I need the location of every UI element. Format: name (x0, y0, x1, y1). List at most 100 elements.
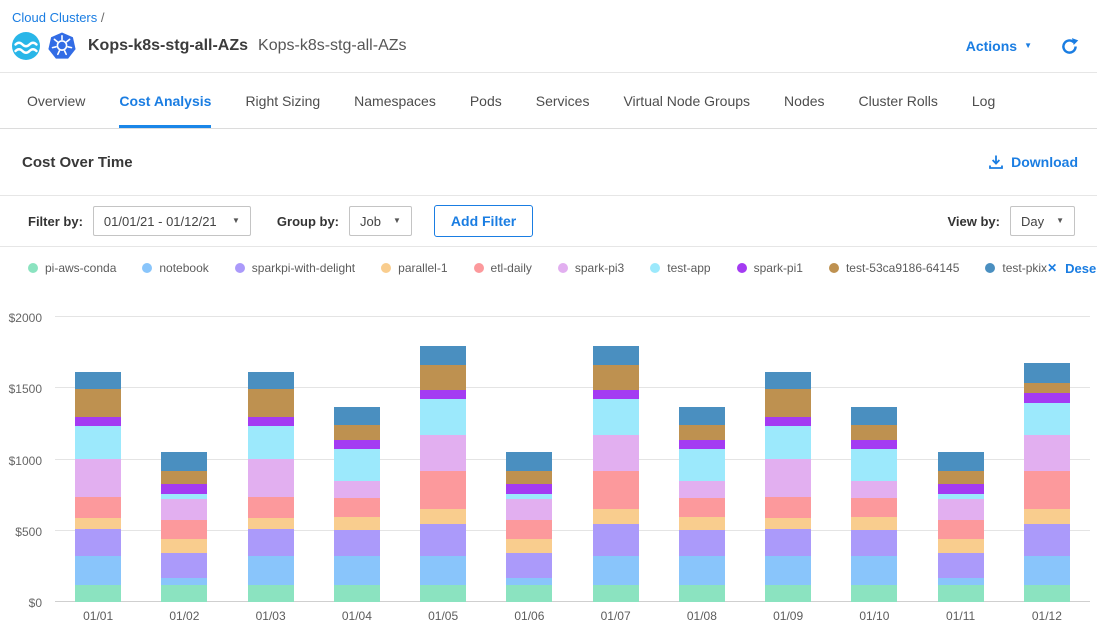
bar-segment-parallel-1[interactable] (161, 539, 207, 553)
bar-segment-test-app[interactable] (420, 399, 466, 435)
bar-01-03[interactable] (248, 372, 294, 602)
tab-nodes[interactable]: Nodes (784, 73, 824, 128)
bar-segment-spark-pi1[interactable] (765, 417, 811, 426)
bar-segment-test-app[interactable] (593, 399, 639, 435)
bar-segment-spark-pi3[interactable] (1024, 435, 1070, 471)
legend-item-spark-pi3[interactable]: spark-pi3 (558, 261, 624, 275)
bar-segment-test-app[interactable] (679, 449, 725, 481)
bar-01-11[interactable] (938, 452, 984, 602)
bar-segment-pi-aws-conda[interactable] (593, 585, 639, 602)
legend-item-notebook[interactable]: notebook (142, 261, 208, 275)
bar-segment-spark-pi3[interactable] (420, 435, 466, 471)
bar-segment-test-53ca9186-64145[interactable] (938, 471, 984, 484)
bar-segment-parallel-1[interactable] (420, 509, 466, 523)
bar-segment-etl-daily[interactable] (938, 520, 984, 539)
bar-segment-spark-pi1[interactable] (938, 484, 984, 494)
bar-segment-etl-daily[interactable] (248, 497, 294, 518)
bar-segment-test-pkix[interactable] (765, 372, 811, 389)
bar-segment-spark-pi1[interactable] (679, 440, 725, 449)
bar-01-07[interactable] (593, 346, 639, 602)
bar-segment-test-pkix[interactable] (593, 346, 639, 365)
bar-segment-parallel-1[interactable] (938, 539, 984, 553)
bar-segment-pi-aws-conda[interactable] (765, 585, 811, 602)
bar-segment-spark-pi3[interactable] (248, 459, 294, 497)
add-filter-button[interactable]: Add Filter (434, 205, 533, 237)
bar-segment-spark-pi3[interactable] (765, 459, 811, 497)
bar-segment-parallel-1[interactable] (679, 517, 725, 530)
bar-segment-test-pkix[interactable] (334, 407, 380, 426)
bar-segment-sparkpi-with-delight[interactable] (161, 553, 207, 578)
bar-segment-spark-pi3[interactable] (161, 499, 207, 520)
bar-segment-test-pkix[interactable] (938, 452, 984, 471)
legend-item-test-53ca9186-64145[interactable]: test-53ca9186-64145 (829, 261, 959, 275)
tab-right-sizing[interactable]: Right Sizing (245, 73, 320, 128)
bar-segment-pi-aws-conda[interactable] (938, 585, 984, 602)
tab-services[interactable]: Services (536, 73, 590, 128)
bar-segment-parallel-1[interactable] (1024, 509, 1070, 523)
bar-segment-test-app[interactable] (334, 449, 380, 481)
bar-segment-test-53ca9186-64145[interactable] (1024, 383, 1070, 392)
bar-segment-etl-daily[interactable] (765, 497, 811, 518)
bar-segment-test-pkix[interactable] (679, 407, 725, 426)
bar-segment-notebook[interactable] (75, 556, 121, 585)
bar-01-02[interactable] (161, 452, 207, 602)
bar-segment-pi-aws-conda[interactable] (1024, 585, 1070, 602)
bar-segment-sparkpi-with-delight[interactable] (851, 530, 897, 556)
bar-segment-test-53ca9186-64145[interactable] (765, 389, 811, 417)
bar-segment-sparkpi-with-delight[interactable] (593, 524, 639, 557)
bar-01-01[interactable] (75, 372, 121, 602)
bar-01-08[interactable] (679, 407, 725, 602)
legend-item-pi-aws-conda[interactable]: pi-aws-conda (28, 261, 116, 275)
bar-segment-test-53ca9186-64145[interactable] (679, 425, 725, 439)
bar-segment-spark-pi3[interactable] (75, 459, 121, 497)
bar-segment-notebook[interactable] (334, 556, 380, 585)
tab-cluster-rolls[interactable]: Cluster Rolls (859, 73, 938, 128)
bar-segment-test-pkix[interactable] (506, 452, 552, 471)
tab-cost-analysis[interactable]: Cost Analysis (119, 73, 211, 128)
bar-segment-spark-pi3[interactable] (938, 499, 984, 520)
tab-virtual-node-groups[interactable]: Virtual Node Groups (623, 73, 750, 128)
bar-01-04[interactable] (334, 407, 380, 602)
bar-segment-notebook[interactable] (248, 556, 294, 585)
bar-segment-spark-pi3[interactable] (851, 481, 897, 498)
bar-segment-pi-aws-conda[interactable] (679, 585, 725, 602)
legend-item-spark-pi1[interactable]: spark-pi1 (737, 261, 803, 275)
bar-segment-etl-daily[interactable] (161, 520, 207, 539)
bar-segment-test-pkix[interactable] (420, 346, 466, 365)
bar-segment-etl-daily[interactable] (75, 497, 121, 518)
bar-segment-spark-pi1[interactable] (593, 390, 639, 399)
tab-pods[interactable]: Pods (470, 73, 502, 128)
bar-segment-parallel-1[interactable] (248, 518, 294, 529)
bar-segment-pi-aws-conda[interactable] (506, 585, 552, 602)
bar-segment-notebook[interactable] (938, 578, 984, 585)
deselect-all-button[interactable]: ✕ Deselect All (1047, 261, 1097, 276)
bar-segment-etl-daily[interactable] (506, 520, 552, 539)
bar-segment-sparkpi-with-delight[interactable] (420, 524, 466, 557)
bar-segment-sparkpi-with-delight[interactable] (75, 529, 121, 555)
bar-segment-spark-pi3[interactable] (334, 481, 380, 498)
bar-segment-test-pkix[interactable] (161, 452, 207, 471)
group-by-dropdown[interactable]: Job ▼ (349, 206, 412, 236)
bar-segment-spark-pi3[interactable] (593, 435, 639, 471)
bar-segment-notebook[interactable] (679, 556, 725, 585)
bar-segment-parallel-1[interactable] (851, 517, 897, 530)
bar-segment-etl-daily[interactable] (420, 471, 466, 509)
legend-item-etl-daily[interactable]: etl-daily (474, 261, 532, 275)
bar-segment-test-53ca9186-64145[interactable] (851, 425, 897, 439)
bar-segment-spark-pi1[interactable] (248, 417, 294, 426)
legend-item-parallel-1[interactable]: parallel-1 (381, 261, 447, 275)
download-button[interactable]: Download (988, 154, 1078, 170)
bar-segment-pi-aws-conda[interactable] (420, 585, 466, 602)
bar-segment-pi-aws-conda[interactable] (334, 585, 380, 602)
bar-segment-spark-pi1[interactable] (1024, 393, 1070, 403)
bar-01-05[interactable] (420, 346, 466, 602)
bar-segment-pi-aws-conda[interactable] (851, 585, 897, 602)
legend-item-sparkpi-with-delight[interactable]: sparkpi-with-delight (235, 261, 355, 275)
bar-segment-notebook[interactable] (420, 556, 466, 585)
bar-01-06[interactable] (506, 452, 552, 602)
tab-overview[interactable]: Overview (27, 73, 85, 128)
bar-segment-test-53ca9186-64145[interactable] (161, 471, 207, 484)
bar-segment-parallel-1[interactable] (765, 518, 811, 529)
bar-segment-spark-pi1[interactable] (334, 440, 380, 449)
bar-segment-spark-pi1[interactable] (75, 417, 121, 426)
